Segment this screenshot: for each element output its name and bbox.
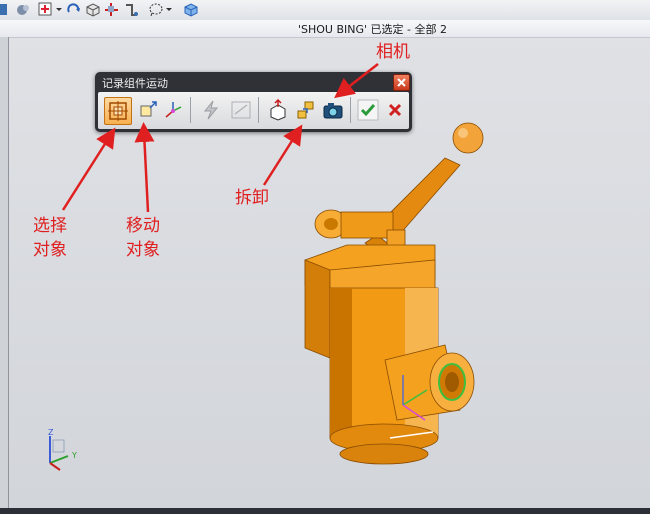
camera-annotation: 相机 xyxy=(376,42,410,62)
move-object-annotation: 移动 对象 xyxy=(126,214,160,262)
move-object-annotation-line1: 移动 xyxy=(126,216,160,236)
annotation-arrows xyxy=(61,63,379,213)
bottom-status-strip xyxy=(0,508,650,514)
select-object-annotation-line2: 对象 xyxy=(33,240,67,260)
camera-arrow xyxy=(334,63,379,99)
move-object-annotation-line2: 对象 xyxy=(126,240,160,260)
move-object-arrow xyxy=(134,122,155,213)
select-object-arrow xyxy=(61,127,116,211)
select-object-annotation-line1: 选择 xyxy=(33,216,67,236)
disassemble-arrow xyxy=(262,124,303,186)
disassemble-annotation: 拆卸 xyxy=(235,188,269,208)
select-object-annotation: 选择 对象 xyxy=(33,214,67,262)
